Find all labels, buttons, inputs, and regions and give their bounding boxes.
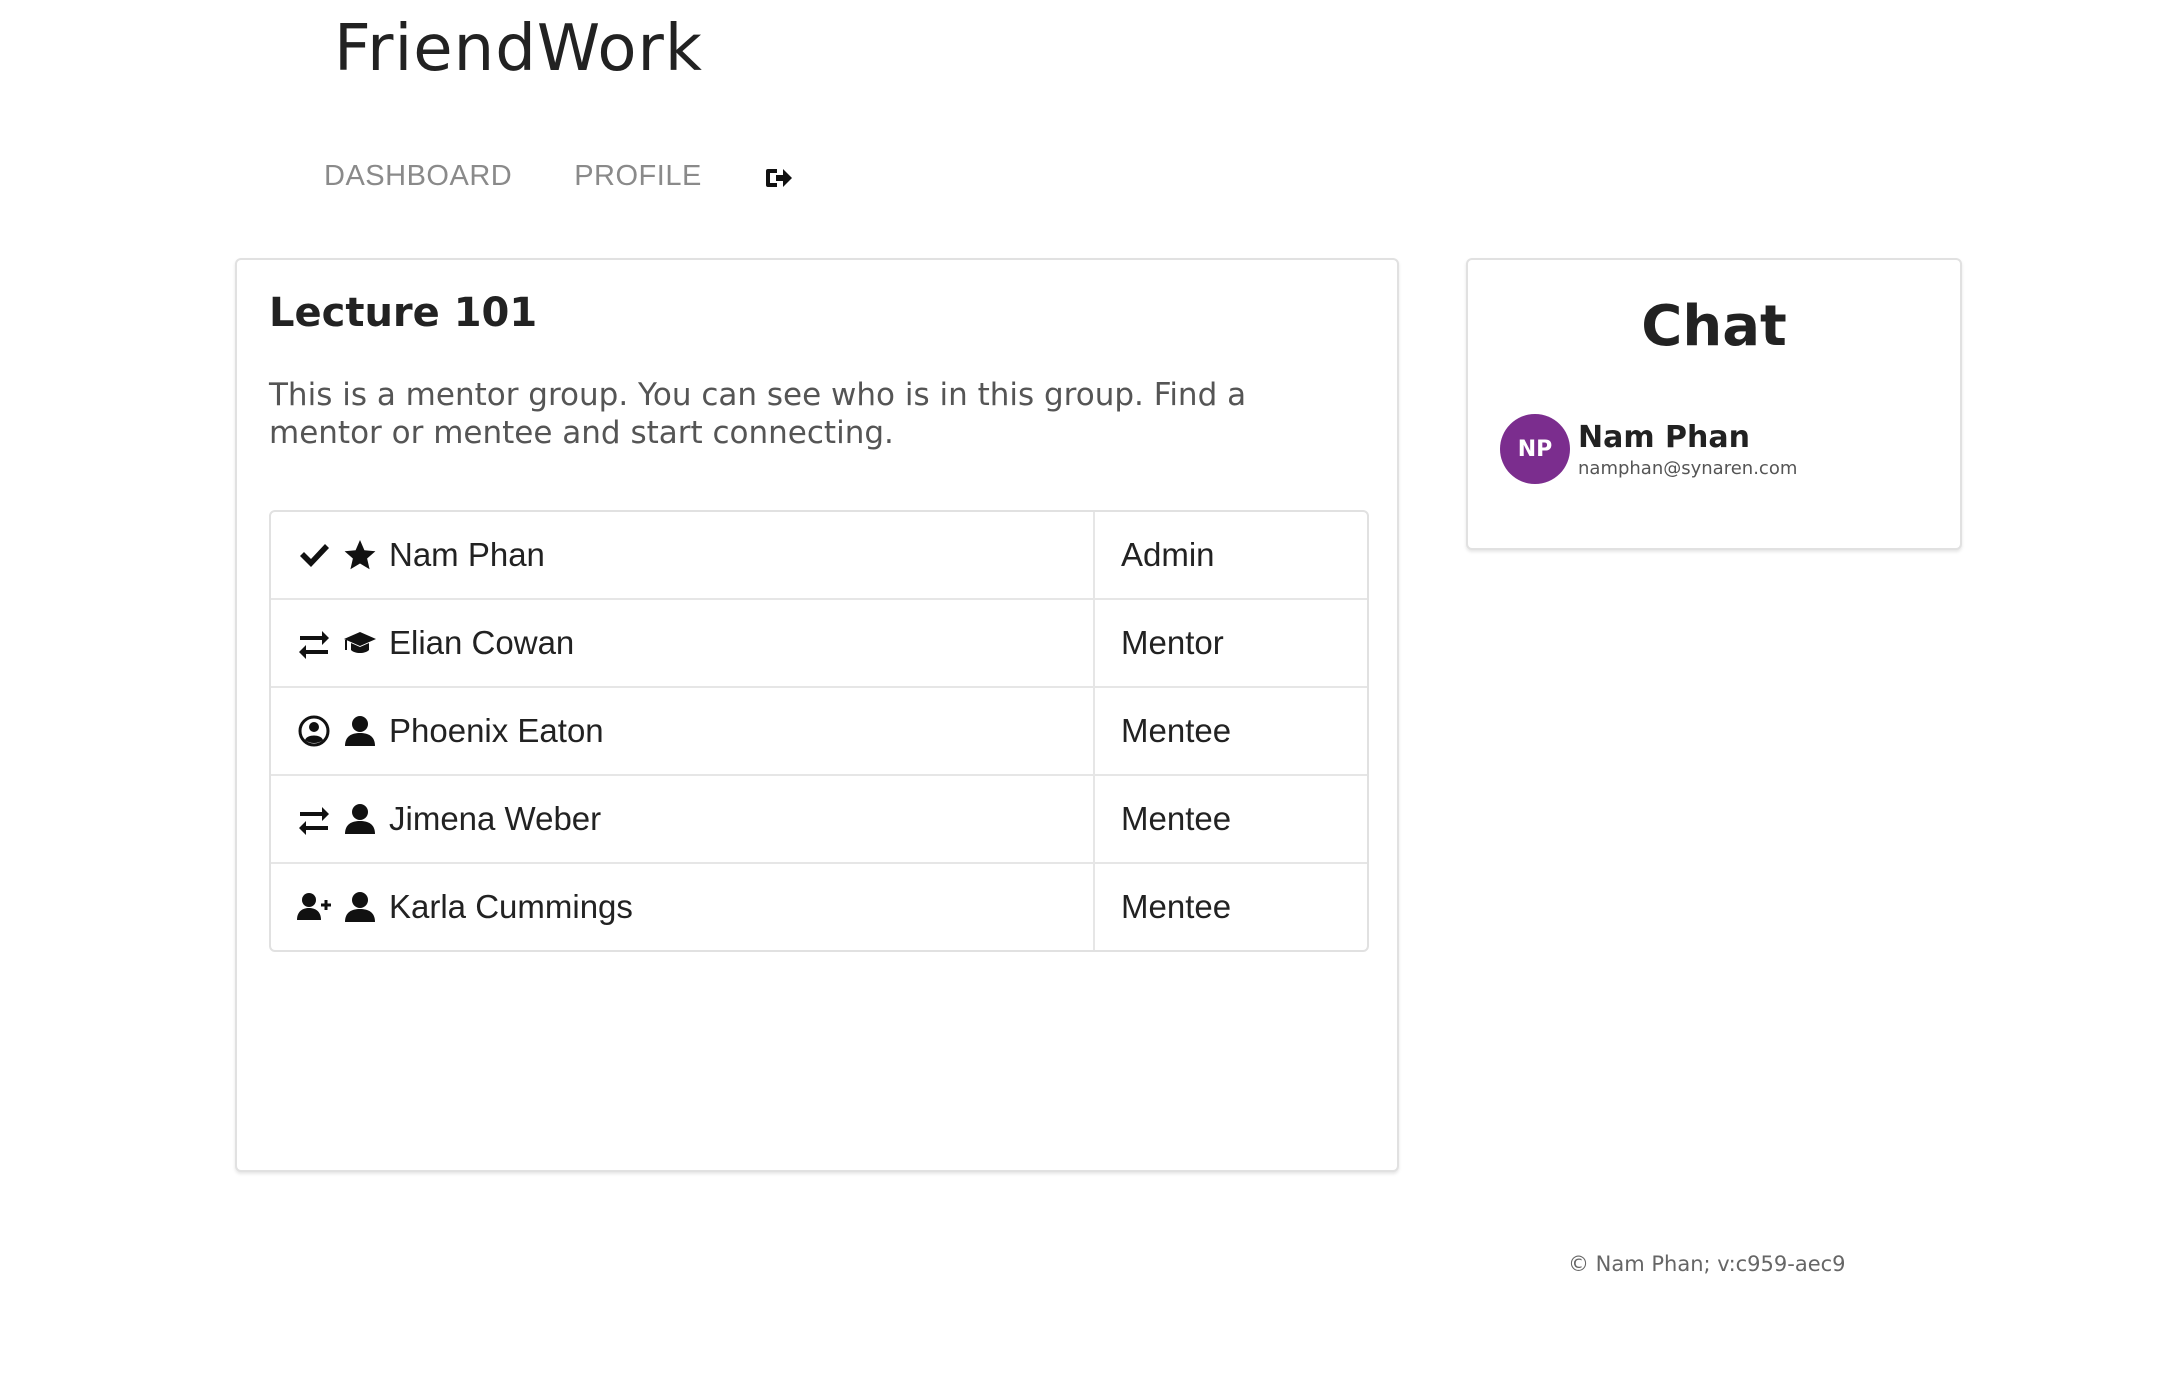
user-circle-icon <box>297 714 331 748</box>
chat-title: Chat <box>1641 294 1787 359</box>
member-role: Admin <box>1121 536 1215 573</box>
star-icon <box>343 538 377 572</box>
nav-dashboard-link[interactable]: DASHBOARD <box>324 160 512 193</box>
graduation-cap-icon <box>343 626 377 660</box>
app-brand: FriendWork <box>334 12 703 86</box>
member-name[interactable]: Nam Phan <box>389 536 545 574</box>
chat-user-email: namphan@synaren.com <box>1578 457 1798 479</box>
table-row[interactable]: Nam Phan Admin <box>271 512 1367 598</box>
member-name-cell: Elian Cowan <box>271 600 1095 686</box>
top-nav: DASHBOARD PROFILE <box>324 160 794 193</box>
table-row[interactable]: Jimena Weber Mentee <box>271 774 1367 862</box>
user-icon <box>343 714 377 748</box>
member-name[interactable]: Karla Cummings <box>389 888 633 926</box>
user-icon <box>343 890 377 924</box>
table-row[interactable]: Elian Cowan Mentor <box>271 598 1367 686</box>
exchange-icon <box>297 802 331 836</box>
member-name-cell: Jimena Weber <box>271 776 1095 862</box>
member-name[interactable]: Phoenix Eaton <box>389 712 604 750</box>
group-card: Lecture 101 This is a mentor group. You … <box>235 258 1399 1172</box>
member-name-cell: Nam Phan <box>271 512 1095 598</box>
chat-user-item[interactable]: NP Nam Phan namphan@synaren.com <box>1500 414 1797 484</box>
chat-user-info: Nam Phan namphan@synaren.com <box>1578 420 1797 479</box>
group-title: Lecture 101 <box>269 290 538 336</box>
sign-out-icon[interactable] <box>764 163 794 193</box>
table-row[interactable]: Karla Cummings Mentee <box>271 862 1367 950</box>
user-icon <box>343 802 377 836</box>
table-row[interactable]: Phoenix Eaton Mentee <box>271 686 1367 774</box>
footer-text: © Nam Phan; v:c959-aec9 <box>1568 1252 1846 1276</box>
member-name[interactable]: Elian Cowan <box>389 624 574 662</box>
members-table: Nam Phan Admin Elian Cowan Mentor Phoeni… <box>269 510 1369 952</box>
exchange-icon <box>297 626 331 660</box>
member-name-cell: Phoenix Eaton <box>271 688 1095 774</box>
member-role: Mentee <box>1121 800 1232 837</box>
member-role: Mentee <box>1121 888 1232 925</box>
member-name-cell: Karla Cummings <box>271 864 1095 950</box>
member-role: Mentor <box>1121 624 1224 661</box>
user-plus-icon <box>297 890 331 924</box>
group-description: This is a mentor group. You can see who … <box>269 377 1247 451</box>
nav-profile-link[interactable]: PROFILE <box>574 160 702 193</box>
avatar: NP <box>1500 414 1570 484</box>
check-icon <box>297 538 331 572</box>
member-name[interactable]: Jimena Weber <box>389 800 601 838</box>
chat-card: Chat NP Nam Phan namphan@synaren.com <box>1466 258 1962 550</box>
chat-user-name: Nam Phan <box>1578 419 1751 455</box>
member-role: Mentee <box>1121 712 1232 749</box>
